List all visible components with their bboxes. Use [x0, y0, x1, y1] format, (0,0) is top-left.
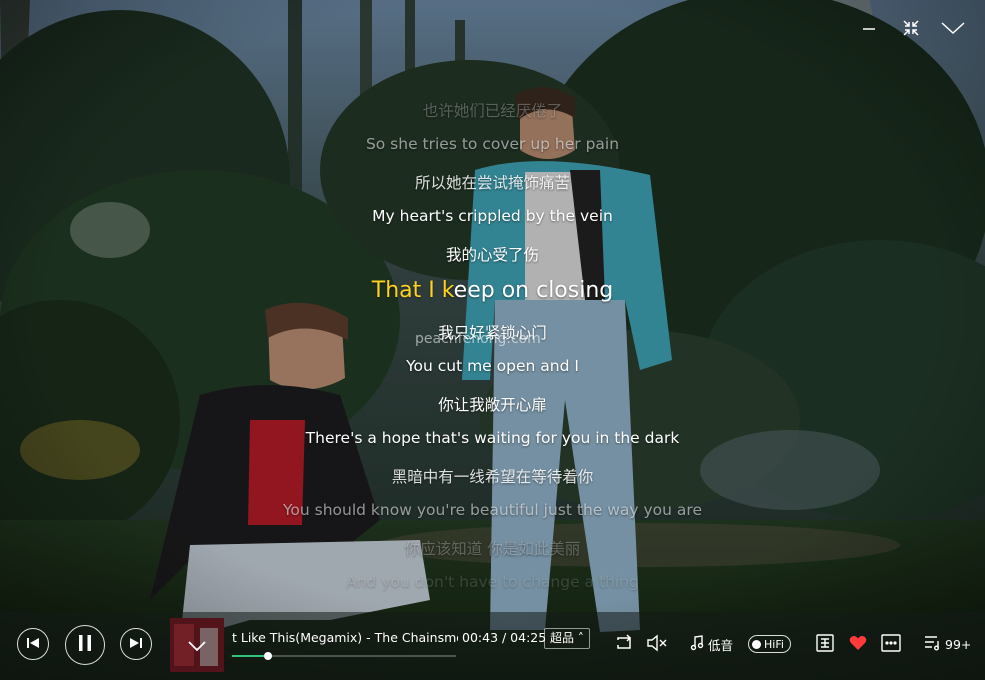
previous-track-button[interactable] — [17, 628, 49, 660]
quality-selector[interactable]: 超品 ˄ — [544, 628, 590, 649]
hifi-label: HiFi — [764, 637, 784, 651]
collapse-chevron-icon — [941, 20, 965, 40]
lyrics-icon — [816, 633, 834, 655]
shrink-button[interactable] — [899, 18, 923, 42]
lyric-line: 你应该知道 你是如此美丽 — [404, 540, 581, 558]
lyric-line: You should know you're beautiful just th… — [283, 501, 702, 519]
expand-chevron-icon — [187, 638, 207, 657]
toggle-dot-icon — [752, 639, 761, 649]
more-options-button[interactable] — [881, 632, 901, 656]
lyric-line: There's a hope that's waiting for you in… — [305, 429, 680, 447]
window-controls — [857, 18, 965, 42]
lyric-line: 也许她们已经厌倦了 — [422, 102, 563, 120]
next-track-button[interactable] — [120, 628, 152, 660]
playlist-count: 99+ — [945, 636, 972, 652]
speaker-muted-icon — [646, 634, 668, 655]
minimize-icon — [861, 20, 877, 40]
hifi-switch: HiFi — [748, 635, 791, 653]
quality-label: 超品 — [550, 631, 575, 645]
progress-fill — [232, 655, 269, 657]
hifi-toggle[interactable]: HiFi — [748, 632, 791, 656]
heart-icon — [849, 635, 867, 654]
lyrics-toggle-button[interactable] — [816, 632, 834, 656]
lyric-line: And you don't have to change a thing — [346, 573, 639, 591]
chevron-up-icon: ˄ — [577, 631, 584, 645]
playlist-button[interactable]: 99+ — [924, 632, 971, 656]
sound-effect-button[interactable]: 低音 — [690, 632, 733, 656]
volume-button[interactable] — [646, 632, 668, 656]
more-dots-icon — [881, 633, 901, 655]
pause-button[interactable] — [65, 625, 105, 665]
pause-icon — [77, 634, 93, 656]
play-mode-button[interactable] — [614, 632, 634, 656]
lyric-line: My heart's crippled by the vein — [372, 207, 613, 225]
minimize-button[interactable] — [857, 18, 881, 42]
collapse-lyrics-button[interactable] — [941, 18, 965, 42]
playlist-icon — [924, 635, 942, 654]
shrink-icon — [902, 19, 920, 41]
music-note-icon — [690, 634, 704, 654]
current-lyric-line: That I keep on closing — [0, 278, 985, 303]
current-lyric-sung: That I k — [371, 278, 454, 303]
progress-bar[interactable] — [232, 652, 456, 660]
current-lyric-unsung: eep on closing — [453, 278, 614, 303]
track-title: t Like This(Megamix) - The Chainsmokers — [232, 630, 458, 645]
next-icon — [129, 635, 143, 654]
watermark-text: peachfenong.com — [415, 331, 541, 347]
lyric-line: 我的心受了伤 — [445, 246, 539, 264]
repeat-icon — [614, 633, 634, 655]
sound-effect-label: 低音 — [708, 637, 734, 653]
lyric-line: 黑暗中有一线希望在等待着你 — [391, 468, 594, 486]
lyric-line: You cut me open and I — [406, 357, 579, 375]
previous-icon — [26, 635, 40, 654]
lyric-line: 所以她在尝试掩饰痛苦 — [414, 174, 570, 192]
lyric-line: 你让我敞开心扉 — [438, 396, 547, 414]
time-display: 00:43 / 04:25 — [462, 630, 547, 645]
lyric-line: So she tries to cover up her pain — [365, 135, 620, 153]
like-button[interactable] — [849, 632, 867, 656]
album-cover[interactable] — [170, 618, 224, 672]
